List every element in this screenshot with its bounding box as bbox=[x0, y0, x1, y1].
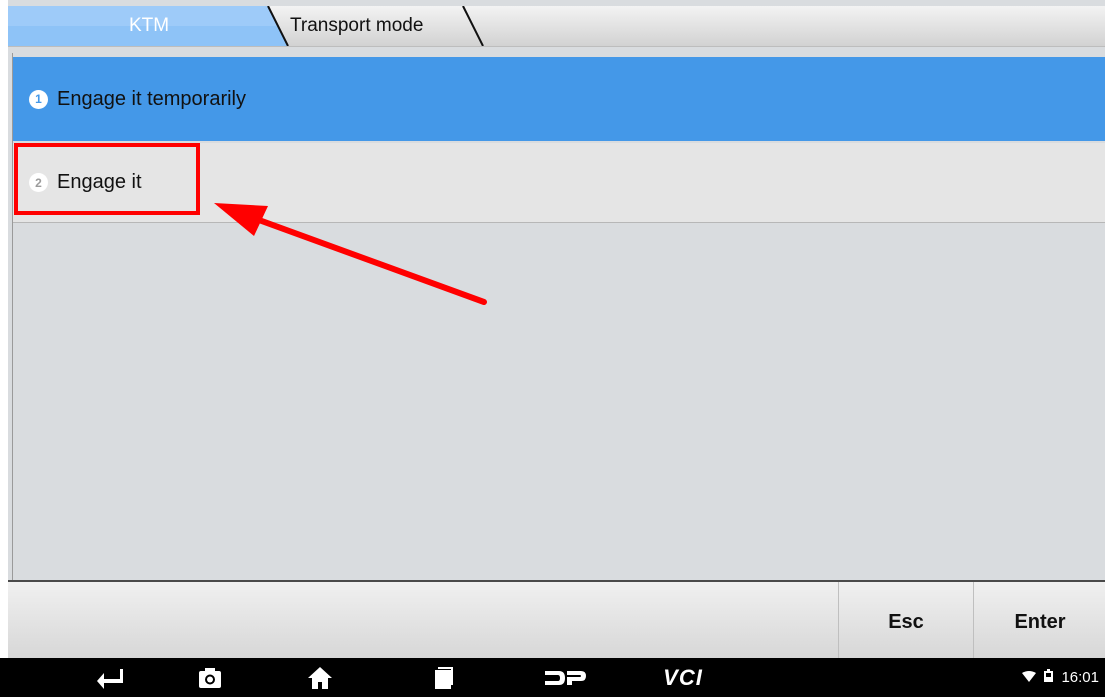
menu-list: 1 Engage it temporarily 2 Engage it bbox=[12, 53, 1105, 580]
app-frame: KTM Transport mode 1 Engage it temporari… bbox=[8, 0, 1105, 697]
back-icon[interactable] bbox=[90, 658, 130, 697]
status-time: 16:01 bbox=[1061, 669, 1099, 686]
action-bar: Esc Enter bbox=[8, 580, 1105, 658]
annotation-highlight-box bbox=[14, 143, 200, 215]
breadcrumb-item-transport-mode[interactable]: Transport mode bbox=[290, 6, 423, 46]
recent-apps-icon[interactable] bbox=[423, 658, 463, 697]
dp-logo-icon[interactable] bbox=[535, 658, 595, 697]
vci-label: VCI bbox=[663, 664, 703, 690]
battery-icon bbox=[1044, 669, 1057, 686]
breadcrumb-separator bbox=[462, 6, 484, 46]
status-area: 16:01 bbox=[1018, 658, 1099, 697]
menu-item-label: Engage it temporarily bbox=[57, 87, 246, 110]
esc-button[interactable]: Esc bbox=[838, 582, 973, 658]
vci-button[interactable]: VCI bbox=[648, 658, 718, 697]
enter-button[interactable]: Enter bbox=[973, 582, 1105, 658]
camera-icon[interactable] bbox=[190, 658, 230, 697]
breadcrumb-item-ktm[interactable]: KTM bbox=[8, 6, 290, 46]
menu-item-engage-temporarily[interactable]: 1 Engage it temporarily bbox=[13, 57, 1105, 141]
item-number-badge: 1 bbox=[29, 89, 48, 109]
wifi-icon bbox=[1022, 669, 1040, 686]
system-nav-bar: VCI 16:01 bbox=[0, 658, 1105, 697]
home-icon[interactable] bbox=[300, 658, 340, 697]
